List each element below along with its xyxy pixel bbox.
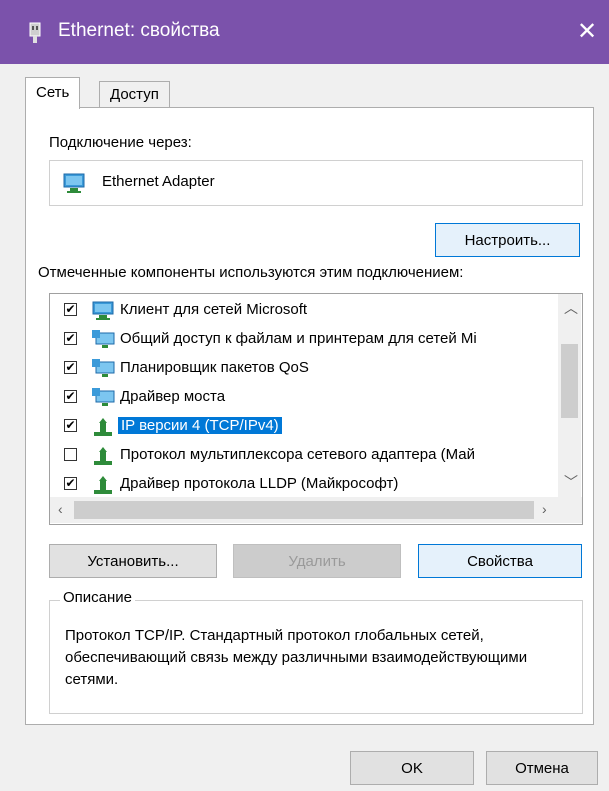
network-service-icon (92, 388, 115, 406)
title-bar: Ethernet: свойства ✕ (0, 0, 609, 64)
horizontal-scrollbar[interactable]: ‹ › (50, 497, 582, 523)
component-label: IP версии 4 (TCP/IPv4) (118, 417, 282, 434)
connect-via-label: Подключение через: (49, 134, 192, 151)
component-label: Драйвер протокола LLDP (Майкрософт) (120, 475, 399, 492)
adapter-name: Ethernet Adapter (102, 173, 215, 190)
checkbox[interactable]: ✔ (64, 419, 77, 432)
component-label: Общий доступ к файлам и принтерам для се… (120, 330, 477, 347)
chevron-right-icon[interactable]: › (542, 501, 547, 517)
uninstall-button[interactable]: Удалить (233, 544, 401, 578)
close-icon[interactable]: ✕ (572, 17, 602, 47)
components-label: Отмеченные компоненты используются этим … (38, 264, 464, 281)
list-item[interactable]: ✔ Клиент для сетей Microsoft (50, 297, 560, 325)
window-title: Ethernet: свойства (58, 20, 220, 41)
network-adapter-icon (63, 173, 85, 193)
checkbox[interactable]: ✔ (64, 390, 77, 403)
install-button[interactable]: Установить... (49, 544, 217, 578)
tab-sharing[interactable]: Доступ (99, 81, 170, 108)
list-item[interactable]: ✔ Общий доступ к файлам и принтерам для … (50, 326, 560, 354)
scroll-thumb[interactable] (74, 501, 534, 519)
component-label: Драйвер моста (120, 388, 226, 405)
component-label: Клиент для сетей Microsoft (120, 301, 308, 318)
configure-button[interactable]: Настроить... (435, 223, 580, 257)
protocol-icon (94, 476, 112, 494)
network-service-icon (92, 330, 115, 348)
scroll-thumb[interactable] (561, 344, 578, 418)
chevron-left-icon[interactable]: ‹ (58, 501, 63, 517)
chevron-down-icon[interactable]: ﹀ (564, 472, 578, 492)
components-list[interactable]: ✔ Клиент для сетей Microsoft ✔ Общий дос… (49, 293, 583, 525)
tab-network[interactable]: Сеть (25, 77, 81, 109)
ok-button[interactable]: OK (350, 751, 474, 785)
adapter-box: Ethernet Adapter (49, 160, 583, 206)
cancel-button[interactable]: Отмена (486, 751, 598, 785)
network-adapter-icon (29, 22, 41, 43)
chevron-up-icon[interactable]: ︿ (564, 298, 578, 318)
component-label: Планировщик пакетов QoS (120, 359, 309, 376)
description-text: Протокол TCP/IP. Стандартный протокол гл… (65, 627, 528, 688)
list-item[interactable]: Протокол мультиплексора сетевого адаптер… (50, 442, 560, 470)
network-service-icon (92, 359, 115, 377)
properties-button[interactable]: Свойства (418, 544, 582, 578)
list-item[interactable]: ✔ IP версии 4 (TCP/IPv4) (50, 413, 560, 441)
network-client-icon (92, 301, 114, 320)
checkbox[interactable]: ✔ (64, 332, 77, 345)
component-label: Протокол мультиплексора сетевого адаптер… (120, 446, 475, 463)
list-item[interactable]: ✔ Драйвер моста (50, 384, 560, 412)
list-item[interactable]: ✔ Планировщик пакетов QoS (50, 355, 560, 383)
vertical-scrollbar[interactable]: ︿ ﹀ (558, 294, 581, 497)
list-item[interactable]: ✔ Драйвер протокола LLDP (Майкрософт) (50, 471, 560, 499)
checkbox[interactable] (64, 448, 77, 461)
checkbox[interactable]: ✔ (64, 477, 77, 490)
description-legend: Описание (60, 589, 136, 606)
checkbox[interactable]: ✔ (64, 361, 77, 374)
protocol-icon (94, 418, 112, 436)
protocol-icon (94, 447, 112, 465)
checkbox[interactable]: ✔ (64, 303, 77, 316)
